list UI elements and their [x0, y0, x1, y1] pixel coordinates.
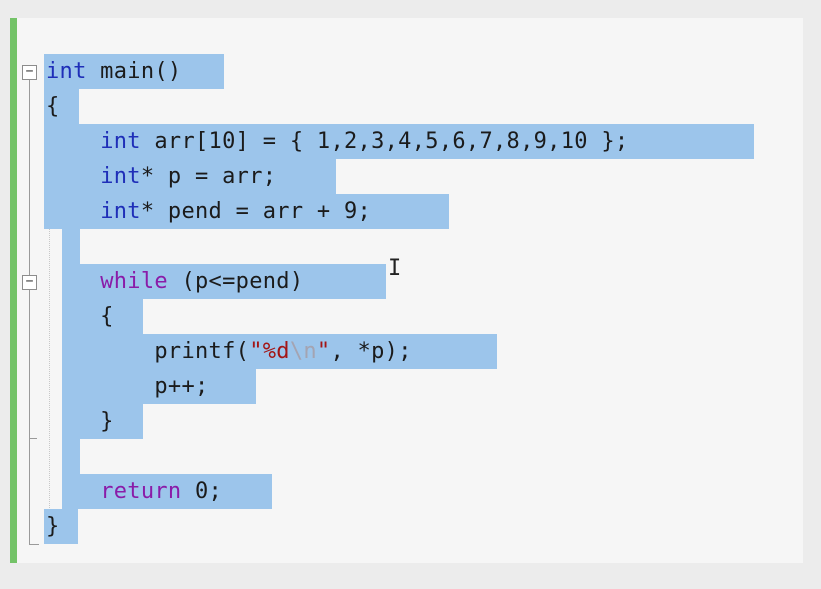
- fold-line-main-top: [29, 80, 30, 275]
- line-text: while (p<=pend): [46, 264, 303, 299]
- esc-token: \n: [289, 339, 317, 364]
- plain-token: * p = arr;: [140, 164, 277, 189]
- kw-token: int: [46, 59, 87, 84]
- line-text: {: [46, 89, 60, 124]
- str-token: "%d: [249, 339, 290, 364]
- line-text: }: [46, 509, 60, 544]
- plain-token: arr[10] = { 1,2,3,4,5,6,7,8,9,10 };: [140, 129, 629, 154]
- plain-token: {: [46, 304, 114, 329]
- kw-token: int: [100, 199, 141, 224]
- fold-end-while: [29, 438, 37, 439]
- plain-token: {: [46, 94, 60, 119]
- fold-end-main: [29, 544, 39, 545]
- fold-line-main-bottom: [29, 290, 30, 545]
- plain-token: }: [46, 409, 114, 434]
- kw-flow-token: return: [100, 479, 182, 504]
- line-text: return 0;: [46, 474, 222, 509]
- str-token: ": [316, 339, 331, 364]
- line-text: int* pend = arr + 9;: [46, 194, 371, 229]
- collapse-while-icon[interactable]: −: [22, 275, 37, 290]
- line-text: printf("%d\n", *p);: [46, 334, 412, 369]
- plain-token: , *p);: [330, 339, 412, 364]
- text-ibeam-cursor-icon: I: [388, 256, 402, 281]
- collapse-main-icon[interactable]: −: [22, 65, 37, 80]
- plain-token: main(): [86, 59, 182, 84]
- plain-token: printf(: [46, 339, 250, 364]
- plain-token: (p<=pend): [167, 269, 304, 294]
- selection-highlight: [62, 229, 80, 264]
- plain-token: * pend = arr + 9;: [140, 199, 372, 224]
- line-text: {: [46, 299, 114, 334]
- line-text: }: [46, 404, 114, 439]
- selection-highlight: [62, 439, 80, 474]
- kw-token: int: [100, 129, 141, 154]
- kw-token: int: [100, 164, 141, 189]
- line-text: int* p = arr;: [46, 159, 276, 194]
- line-text: int main(): [46, 54, 181, 89]
- plain-token: }: [46, 514, 60, 539]
- plain-token: 0;: [181, 479, 223, 504]
- kw-flow-token: while: [100, 269, 168, 294]
- change-tracking-bar: [10, 18, 17, 563]
- line-text: p++;: [46, 369, 209, 404]
- line-text: int arr[10] = { 1,2,3,4,5,6,7,8,9,10 };: [46, 124, 628, 159]
- plain-token: p++;: [46, 374, 209, 399]
